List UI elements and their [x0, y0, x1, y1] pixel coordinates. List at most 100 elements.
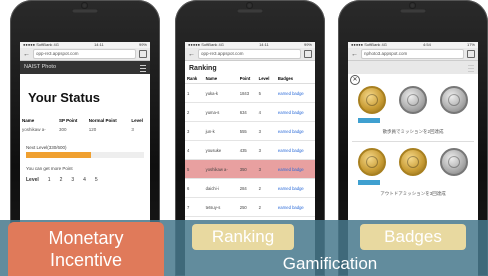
table-cell: 634	[237, 102, 257, 122]
divider	[352, 141, 474, 142]
table-row: 5 yoshikaw a- 350 3 earned badge	[185, 159, 315, 179]
table-cell: 435	[237, 140, 257, 160]
back-icon[interactable]: ←	[23, 51, 30, 58]
col-header-level: Level	[256, 74, 276, 84]
table-cell: tetsuy-s	[203, 197, 238, 217]
gold-badge-icon[interactable]	[358, 148, 387, 176]
gold-badge-icon[interactable]	[358, 86, 387, 114]
battery-label: 99%	[303, 42, 312, 47]
table-cell: 2	[256, 197, 276, 217]
url-field[interactable]: opp-re3.appspot.com	[33, 49, 136, 59]
carrier-label: ●●●●● SoftBank 4G	[351, 42, 387, 47]
table-cell: daichi-i	[203, 178, 238, 198]
level-2[interactable]: 2	[60, 177, 63, 183]
level-3[interactable]: 3	[71, 177, 74, 183]
table-cell: 3	[256, 121, 276, 141]
next-level-label: Next Level(330/600)	[26, 145, 67, 150]
browser-url-bar: ← opp-re3.appspot.com	[185, 48, 315, 61]
url-field[interactable]: nphoto3.appspot.com	[361, 49, 464, 59]
menu-icon[interactable]	[468, 65, 474, 72]
speaker-icon	[400, 9, 426, 13]
col-header-sp-point: SP Point	[58, 118, 78, 123]
badge-link[interactable]: earned badge	[275, 159, 315, 179]
table-row: 7 tetsuy-s 250 2 earned badge	[185, 197, 315, 217]
cell-normal-point: 120	[88, 127, 97, 132]
app-header: NAIST Photo	[20, 61, 150, 74]
table-cell: yuka-k	[203, 83, 238, 103]
badge-progress-bar	[358, 180, 380, 185]
badge-link[interactable]: earned badge	[275, 83, 315, 103]
battery-label: 17%	[466, 42, 475, 47]
table-cell: 4	[185, 140, 204, 160]
silver-badge-icon[interactable]	[439, 86, 468, 114]
col-header-name: Name	[22, 118, 35, 123]
levels-label: Level	[26, 177, 39, 183]
battery-label: 99%	[138, 42, 147, 47]
level-progress-bar	[26, 152, 144, 158]
table-cell: 4	[256, 102, 276, 122]
ranking-table: Rank Name Point Level Badges 1 yuka-k 1843…	[185, 74, 315, 217]
menu-icon[interactable]	[140, 65, 146, 72]
col-header-point: Point	[237, 74, 257, 84]
tabs-icon[interactable]	[304, 50, 312, 58]
table-cell: 5	[256, 83, 276, 103]
badge-link[interactable]: earned badge	[275, 197, 315, 217]
close-icon[interactable]: ✕	[350, 75, 360, 85]
app-title: NAIST Photo	[24, 64, 56, 70]
badge-link[interactable]: earned badge	[275, 178, 315, 198]
camera-icon	[81, 2, 88, 9]
table-cell: 3	[185, 121, 204, 141]
badge-link[interactable]: earned badge	[275, 140, 315, 160]
level-4[interactable]: 4	[83, 177, 86, 183]
get-more-label: You can get more Point	[26, 166, 73, 171]
camera-icon	[246, 2, 253, 9]
table-cell: 284	[237, 178, 257, 198]
table-cell: 555	[237, 121, 257, 141]
badges-tag: Badges	[360, 224, 466, 250]
monetary-label: Monetary	[48, 228, 124, 248]
speaker-icon	[237, 9, 263, 13]
table-cell: 3	[256, 140, 276, 160]
badge-caption: 散歩員でミッションを2回達成	[382, 129, 444, 134]
table-cell: yoshikaw a-	[203, 159, 238, 179]
level-5[interactable]: 5	[95, 177, 98, 183]
level-1[interactable]: 1	[48, 177, 51, 183]
ranking-tag: Ranking	[192, 224, 294, 250]
badge-row	[348, 86, 478, 114]
browser-url-bar: ← nphoto3.appspot.com	[348, 48, 478, 61]
col-header-normal-point: Normal Point	[88, 118, 117, 123]
page-title: Your Status	[28, 90, 100, 105]
app-header	[348, 61, 478, 74]
cell-sp-point: 300	[58, 127, 67, 132]
silver-badge-icon[interactable]	[398, 86, 427, 114]
table-row: 2 yuma-s 634 4 earned badge	[185, 102, 315, 122]
time-label: 4:54	[423, 42, 431, 47]
back-icon[interactable]: ←	[351, 51, 358, 58]
carrier-label: ●●●●● SoftBank 4G	[23, 42, 59, 47]
browser-url-bar: ← opp-re3.appspot.com	[20, 48, 150, 61]
table-cell: 250	[237, 197, 257, 217]
incentive-label: Incentive	[49, 250, 123, 270]
gold-badge-icon[interactable]	[398, 148, 427, 176]
col-header-level: Level	[131, 118, 143, 123]
status-table: Name SP Point Normal Point Level yoshika…	[20, 117, 150, 135]
carrier-label: ●●●●● SoftBank 4G	[188, 42, 224, 47]
table-row: 1 yuka-k 1843 5 earned badge	[185, 83, 315, 103]
badge-link[interactable]: earned badge	[275, 102, 315, 122]
ranking-heading: Ranking	[189, 65, 217, 72]
col-header-rank: Rank	[185, 74, 204, 84]
back-icon[interactable]: ←	[188, 51, 195, 58]
table-cell: 2	[256, 178, 276, 198]
tabs-icon[interactable]	[467, 50, 475, 58]
table-cell: 6	[185, 178, 204, 198]
table-row: 3 jun-k 555 3 earned badge	[185, 121, 315, 141]
time-label: 14:11	[259, 42, 269, 47]
badge-link[interactable]: earned badge	[275, 121, 315, 141]
url-field[interactable]: opp-re3.appspot.com	[198, 49, 301, 59]
table-cell: 350	[237, 159, 257, 179]
table-cell: yousuke	[203, 140, 238, 160]
silver-badge-icon[interactable]	[439, 148, 468, 176]
tabs-icon[interactable]	[139, 50, 147, 58]
table-cell: 1843	[237, 83, 257, 103]
table-cell: yuma-s	[203, 102, 238, 122]
